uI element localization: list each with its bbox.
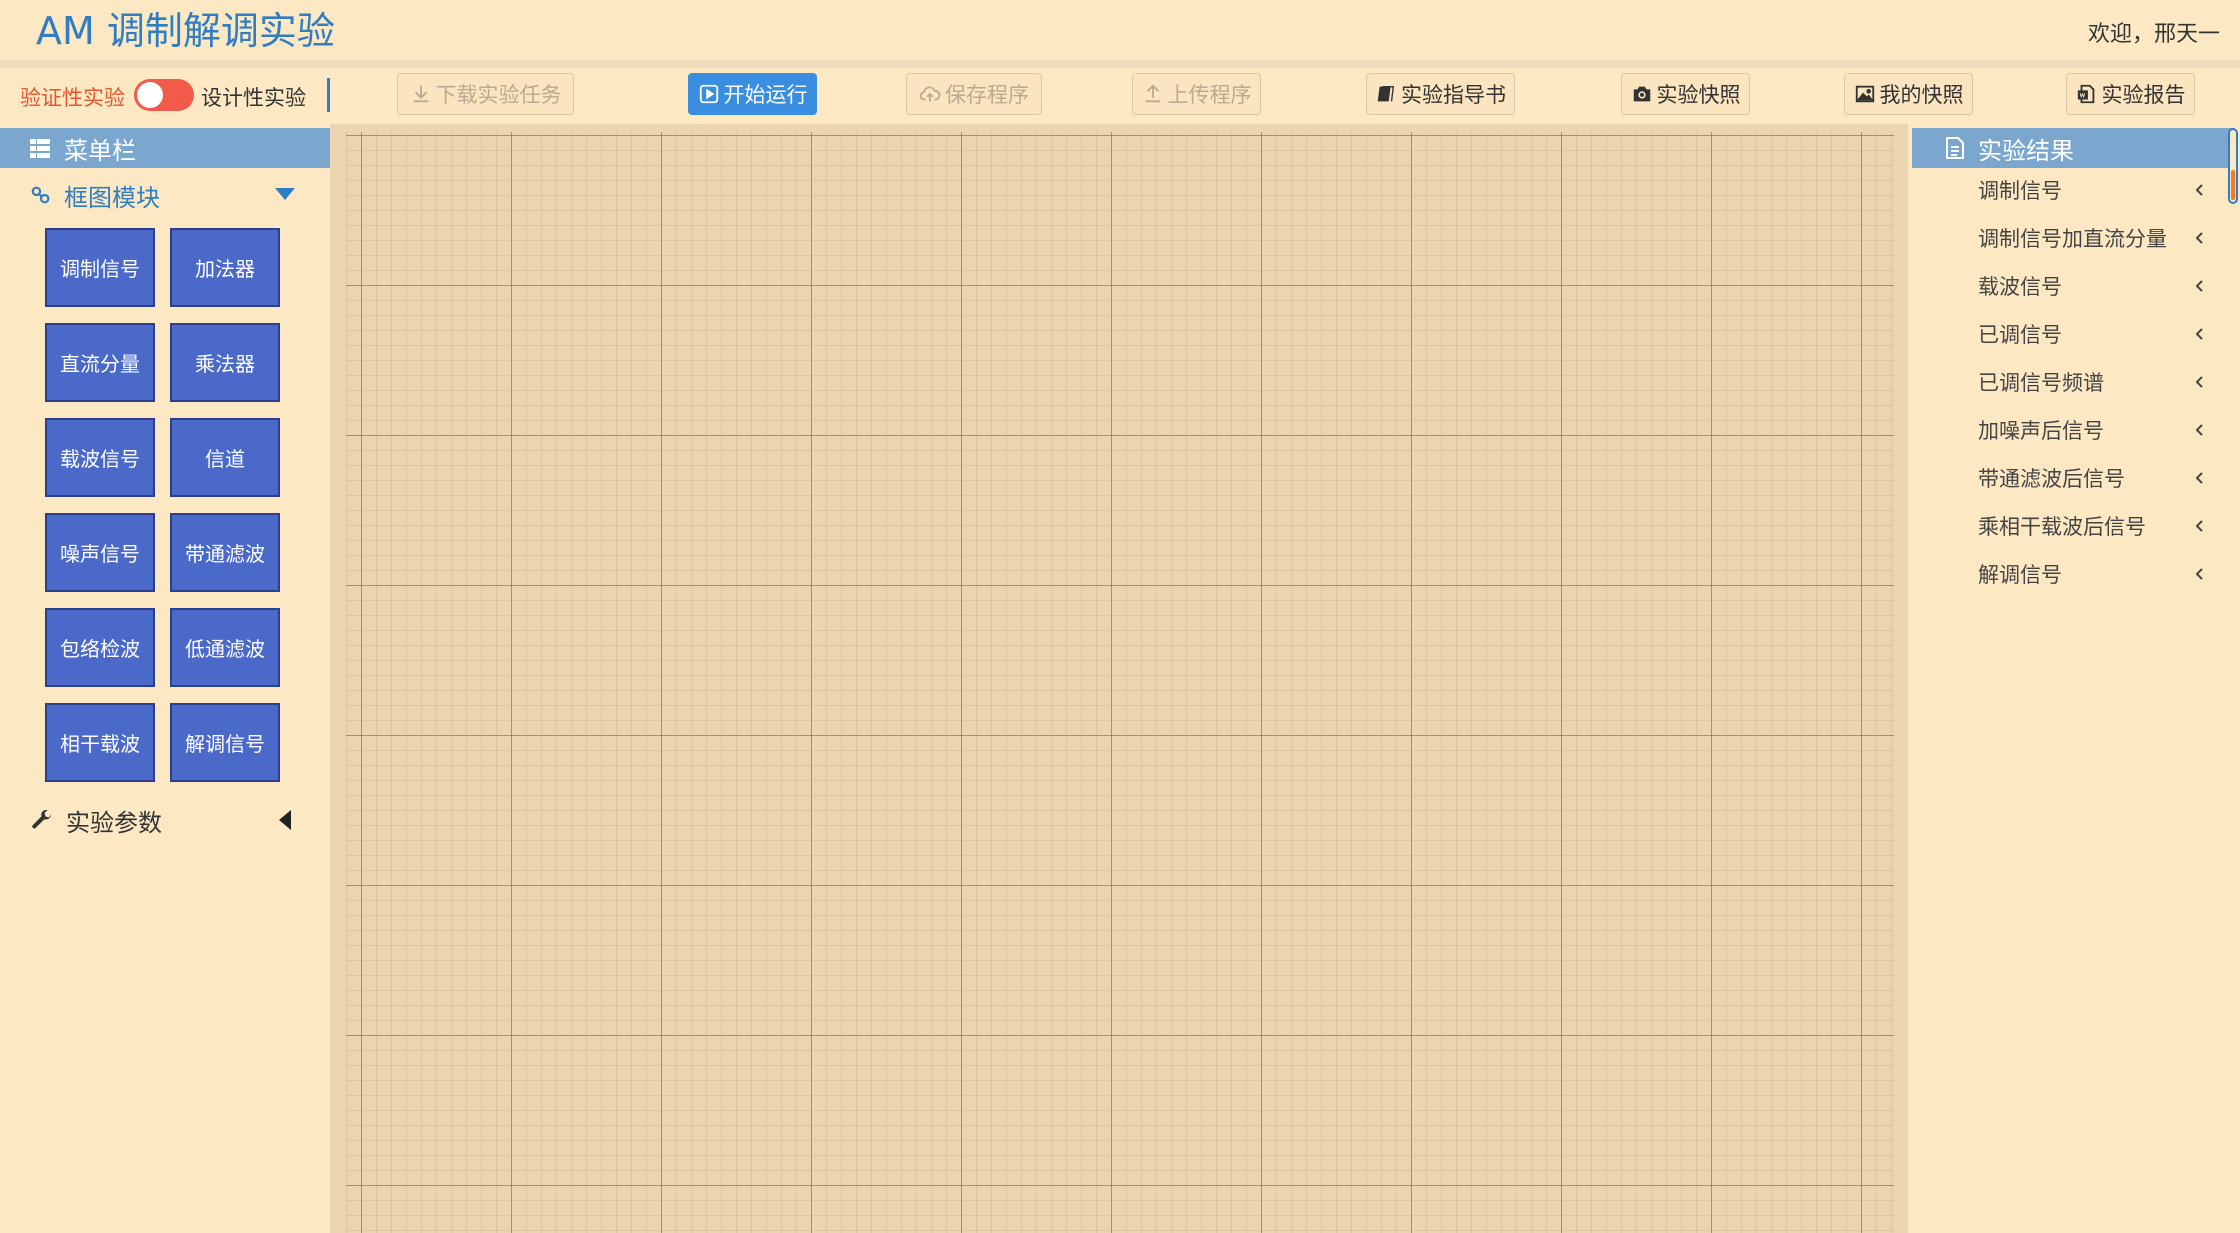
toolbar: 验证性实验 设计性实验 下载实验任务 开始运行 保存程序 上传程序 实验指导书 … (0, 68, 2240, 124)
upload-program-button[interactable]: 上传程序 (1132, 73, 1261, 115)
my-snapshots-label: 我的快照 (1879, 83, 1964, 107)
result-item-label: 解调信号 (1978, 563, 2062, 587)
chevron-left-icon (2195, 328, 2203, 340)
design-canvas-area (330, 124, 1908, 1233)
result-item-label: 乘相干载波后信号 (1978, 515, 2146, 539)
chevron-left-icon (2195, 232, 2203, 244)
module-channel[interactable]: 信道 (170, 418, 280, 497)
result-item-label: 调制信号加直流分量 (1978, 227, 2167, 251)
module-dc-component[interactable]: 直流分量 (45, 323, 155, 402)
result-item-bandpass-output[interactable]: 带通滤波后信号 (1978, 458, 2228, 498)
design-canvas[interactable] (346, 132, 1894, 1233)
cloud-upload-icon (919, 86, 941, 102)
table-icon (30, 139, 50, 158)
module-envelope-detector[interactable]: 包络检波 (45, 608, 155, 687)
mode-design-label[interactable]: 设计性实验 (201, 82, 306, 112)
experiment-guide-button[interactable]: 实验指导书 (1366, 73, 1515, 115)
module-section-label: 框图模块 (64, 183, 160, 212)
chevron-left-icon (2195, 424, 2203, 436)
document-icon (1946, 137, 1964, 159)
module-demodulated-signal[interactable]: 解调信号 (170, 703, 280, 782)
module-multiplier[interactable]: 乘法器 (170, 323, 280, 402)
link-icon (31, 186, 50, 204)
wrench-icon (32, 809, 51, 829)
chevron-left-icon (2195, 280, 2203, 292)
module-modulation-signal[interactable]: 调制信号 (45, 228, 155, 307)
chevron-left-icon (2195, 568, 2203, 580)
params-section-toggle[interactable]: 实验参数 (0, 800, 330, 840)
mode-verification-label[interactable]: 验证性实验 (20, 82, 125, 112)
result-item-label: 调制信号 (1978, 179, 2062, 203)
result-item-coherent-product[interactable]: 乘相干载波后信号 (1978, 506, 2228, 546)
save-program-button[interactable]: 保存程序 (906, 73, 1042, 115)
experiment-report-label: 实验报告 (2101, 83, 2186, 107)
page-title: AM 调制解调实验 (36, 9, 335, 53)
header-divider (0, 60, 2240, 68)
save-program-label: 保存程序 (945, 83, 1029, 107)
chevron-left-icon (2195, 520, 2203, 532)
my-snapshots-button[interactable]: 我的快照 (1844, 73, 1973, 115)
experiment-guide-label: 实验指导书 (1401, 83, 1506, 107)
play-icon (699, 84, 718, 104)
module-coherent-carrier[interactable]: 相干载波 (45, 703, 155, 782)
caret-down-icon (275, 188, 295, 200)
module-bandpass-filter[interactable]: 带通滤波 (170, 513, 280, 592)
result-item-modulation-with-dc[interactable]: 调制信号加直流分量 (1978, 218, 2228, 258)
result-item-label: 载波信号 (1978, 275, 2062, 299)
start-run-label: 开始运行 (723, 83, 808, 107)
result-item-modulated-signal[interactable]: 已调信号 (1978, 314, 2228, 354)
result-item-label: 带通滤波后信号 (1978, 467, 2125, 491)
scrollbar-thumb[interactable] (2231, 170, 2235, 200)
result-item-modulated-spectrum[interactable]: 已调信号频谱 (1978, 362, 2228, 402)
result-item-carrier-signal[interactable]: 载波信号 (1978, 266, 2228, 306)
sidebar: 菜单栏 框图模块 调制信号 加法器 直流分量 乘法器 载波信号 信道 噪声信号 … (0, 124, 330, 1233)
module-lowpass-filter[interactable]: 低通滤波 (170, 608, 280, 687)
result-item-demodulated-signal[interactable]: 解调信号 (1978, 554, 2228, 594)
toggle-knob (137, 82, 163, 108)
result-item-label: 已调信号 (1978, 323, 2062, 347)
experiment-snapshot-label: 实验快照 (1656, 83, 1741, 107)
mode-toggle[interactable] (134, 79, 194, 111)
app-header: AM 调制解调实验 欢迎，邢天一 (0, 0, 2240, 60)
upload-icon (1145, 84, 1160, 103)
chevron-left-icon (2195, 184, 2203, 196)
download-task-button[interactable]: 下载实验任务 (397, 73, 574, 115)
menu-header: 菜单栏 (0, 128, 330, 168)
result-item-modulation-signal[interactable]: 调制信号 (1978, 170, 2228, 210)
results-scrollbar[interactable] (2228, 128, 2238, 204)
experiment-report-button[interactable]: 实验报告 (2066, 73, 2195, 115)
toolbar-divider (327, 78, 330, 112)
results-header: 实验结果 (1912, 128, 2234, 168)
result-item-label: 加噪声后信号 (1978, 419, 2104, 443)
module-section-toggle[interactable]: 框图模块 (0, 175, 330, 215)
camera-icon (1633, 86, 1650, 102)
chevron-left-icon (2195, 376, 2203, 388)
chevron-left-icon (2195, 472, 2203, 484)
book-icon (1377, 85, 1395, 102)
upload-program-label: 上传程序 (1167, 83, 1252, 107)
module-noise-signal[interactable]: 噪声信号 (45, 513, 155, 592)
module-adder[interactable]: 加法器 (170, 228, 280, 307)
caret-left-icon (279, 810, 291, 830)
start-run-button[interactable]: 开始运行 (688, 73, 817, 115)
result-item-noisy-signal[interactable]: 加噪声后信号 (1978, 410, 2228, 450)
result-item-label: 已调信号频谱 (1978, 371, 2104, 395)
results-panel: 实验结果 调制信号 调制信号加直流分量 载波信号 已调信号 已调信号频谱 加噪声… (1908, 124, 2240, 1233)
results-title: 实验结果 (1978, 136, 2074, 165)
word-file-icon (2077, 84, 2094, 104)
download-icon (413, 85, 428, 103)
experiment-snapshot-button[interactable]: 实验快照 (1621, 73, 1750, 115)
welcome-text: 欢迎，邢天一 (2087, 22, 2220, 47)
image-icon (1855, 85, 1874, 103)
download-task-label: 下载实验任务 (435, 83, 562, 107)
module-carrier-signal[interactable]: 载波信号 (45, 418, 155, 497)
module-grid: 调制信号 加法器 直流分量 乘法器 载波信号 信道 噪声信号 带通滤波 包络检波… (45, 228, 280, 782)
params-section-label: 实验参数 (66, 808, 162, 837)
menu-title: 菜单栏 (64, 136, 136, 165)
